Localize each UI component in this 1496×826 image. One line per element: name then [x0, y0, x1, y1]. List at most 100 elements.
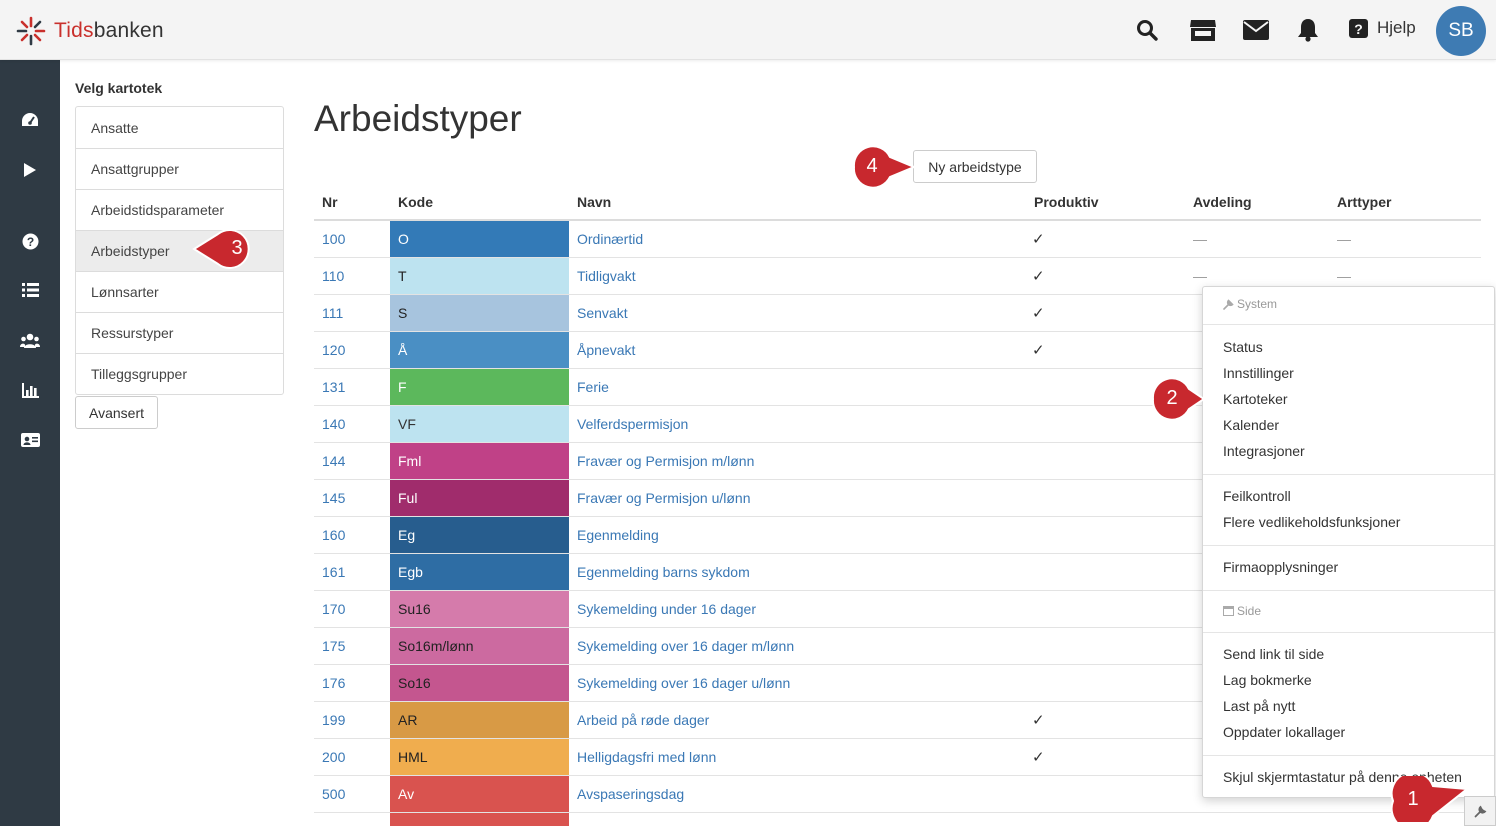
cell-nr[interactable]: 144	[322, 443, 345, 479]
kartotek-title: Velg kartotek	[75, 80, 163, 96]
table-row[interactable]	[314, 813, 1481, 826]
menu-header-system-label: System	[1237, 297, 1278, 311]
cell-navn[interactable]: Fravær og Permisjon u/lønn	[577, 480, 751, 516]
play-icon[interactable]	[15, 155, 45, 185]
cell-nr[interactable]: 199	[322, 702, 345, 738]
menu-header-side: Side	[1223, 604, 1261, 618]
cell-nr[interactable]: 200	[322, 739, 345, 775]
kartotek-item-lonnsarter[interactable]: Lønnsarter	[76, 271, 283, 312]
cell-nr[interactable]: 176	[322, 665, 345, 701]
window-icon	[1223, 606, 1234, 616]
app-logo[interactable]: Tidsbanken	[14, 14, 164, 48]
menu-item-kalender[interactable]: Kalender	[1223, 417, 1279, 433]
header-produktiv[interactable]: Produktiv	[1034, 194, 1099, 210]
cell-navn[interactable]: Ferie	[577, 369, 609, 405]
cell-navn[interactable]: Sykemelding under 16 dager	[577, 591, 756, 627]
question-square-icon: ?	[1349, 18, 1368, 38]
cell-kode: HML	[390, 739, 569, 775]
id-card-icon[interactable]	[15, 425, 45, 455]
question-icon[interactable]: ?	[15, 226, 45, 256]
callout-number-4: 4	[866, 155, 878, 177]
cell-navn[interactable]: Avspaseringsdag	[577, 776, 684, 812]
cell-navn[interactable]: Ordinærtid	[577, 221, 643, 257]
cell-nr[interactable]: 500	[322, 776, 345, 812]
bell-icon[interactable]	[1294, 16, 1322, 44]
cell-nr[interactable]: 170	[322, 591, 345, 627]
dashboard-icon[interactable]	[15, 105, 45, 135]
cell-navn[interactable]: Sykemelding over 16 dager m/lønn	[577, 628, 794, 664]
cell-nr[interactable]: 160	[322, 517, 345, 553]
user-avatar[interactable]: SB	[1436, 6, 1486, 56]
help-label: Hjelp	[1377, 18, 1416, 37]
menu-item-status[interactable]: Status	[1223, 339, 1263, 355]
menu-divider	[1203, 755, 1494, 756]
header-arttyper[interactable]: Arttyper	[1337, 194, 1391, 210]
header-navn[interactable]: Navn	[577, 194, 611, 210]
store-icon[interactable]	[1189, 16, 1217, 44]
cell-navn[interactable]: Egenmelding	[577, 517, 659, 553]
cell-nr[interactable]: 161	[322, 554, 345, 590]
system-dropdown-menu: System Status Innstillinger Kartoteker K…	[1202, 286, 1495, 798]
cell-navn[interactable]: Senvakt	[577, 295, 628, 331]
cell-kode	[390, 813, 569, 826]
cell-nr[interactable]: 145	[322, 480, 345, 516]
cell-navn[interactable]: Sykemelding over 16 dager u/lønn	[577, 665, 790, 701]
cell-nr[interactable]: 120	[322, 332, 345, 368]
menu-item-send-link[interactable]: Send link til side	[1223, 646, 1324, 662]
cell-nr[interactable]: 140	[322, 406, 345, 442]
cell-navn[interactable]: Arbeid på røde dager	[577, 702, 709, 738]
cell-produktiv: ✓	[1032, 231, 1045, 248]
cell-navn[interactable]: Egenmelding barns sykdom	[577, 554, 750, 590]
cell-nr[interactable]: 111	[322, 295, 343, 331]
menu-divider	[1203, 590, 1494, 591]
menu-item-last-pa-nytt[interactable]: Last på nytt	[1223, 698, 1295, 714]
kartotek-item-ressurstyper[interactable]: Ressurstyper	[76, 312, 283, 353]
header-nr[interactable]: Nr	[322, 194, 338, 210]
help-button[interactable]: ? Hjelp	[1349, 18, 1416, 38]
kartotek-item-arbeidstidsparameter[interactable]: Arbeidstidsparameter	[76, 189, 283, 230]
menu-item-firmaopplysninger[interactable]: Firmaopplysninger	[1223, 559, 1338, 575]
kartotek-item-arbeidstyper[interactable]: Arbeidstyper	[76, 230, 283, 271]
users-icon[interactable]	[15, 325, 45, 355]
logo-text-part1: Tids	[54, 19, 94, 42]
menu-item-bokmerke[interactable]: Lag bokmerke	[1223, 672, 1312, 688]
cell-navn[interactable]: Tidligvakt	[577, 258, 636, 294]
cell-nr[interactable]: 100	[322, 221, 345, 257]
header-kode[interactable]: Kode	[398, 194, 433, 210]
cell-navn[interactable]: Åpnevakt	[577, 332, 635, 368]
advanced-button[interactable]: Avansert	[75, 396, 158, 429]
cell-navn[interactable]: Velferdspermisjon	[577, 406, 688, 442]
system-menu-toggle[interactable]	[1464, 796, 1496, 826]
cell-navn[interactable]: Fravær og Permisjon m/lønn	[577, 443, 754, 479]
menu-divider	[1203, 474, 1494, 475]
cell-kode: S	[390, 295, 569, 331]
cell-navn[interactable]: Helligdagsfri med lønn	[577, 739, 716, 775]
menu-item-vedlikehold[interactable]: Flere vedlikeholdsfunksjoner	[1223, 514, 1400, 530]
cell-nr[interactable]: 131	[322, 369, 345, 405]
cell-nr[interactable]: 175	[322, 628, 345, 664]
mail-icon[interactable]	[1242, 16, 1270, 44]
bar-chart-icon[interactable]	[15, 375, 45, 405]
menu-item-integrasjoner[interactable]: Integrasjoner	[1223, 443, 1305, 459]
wrench-icon	[1223, 298, 1234, 310]
new-work-type-button[interactable]: Ny arbeidstype	[913, 150, 1037, 183]
cell-avdeling: —	[1193, 231, 1207, 247]
logo-text-part2: banken	[93, 19, 164, 42]
menu-item-oppdater-lokallager[interactable]: Oppdater lokallager	[1223, 724, 1345, 740]
list-icon[interactable]	[15, 275, 45, 305]
kartotek-item-ansattgrupper[interactable]: Ansattgrupper	[76, 148, 283, 189]
menu-header-system: System	[1223, 297, 1277, 311]
menu-item-innstillinger[interactable]: Innstillinger	[1223, 365, 1294, 381]
cell-kode: Su16	[390, 591, 569, 627]
callout-marker-4: 4	[850, 145, 917, 189]
menu-item-kartoteker[interactable]: Kartoteker	[1223, 391, 1288, 407]
menu-item-skjul-tastatur[interactable]: Skjul skjermtastatur på denne enheten	[1223, 769, 1462, 785]
header-avdeling[interactable]: Avdeling	[1193, 194, 1252, 210]
search-icon[interactable]	[1133, 16, 1161, 44]
kartotek-item-ansatte[interactable]: Ansatte	[76, 107, 283, 148]
cell-nr[interactable]: 110	[322, 258, 344, 294]
menu-item-feilkontroll[interactable]: Feilkontroll	[1223, 488, 1291, 504]
table-row[interactable]: 100 O Ordinærtid ✓ — —	[314, 221, 1481, 258]
kartotek-item-tilleggsgrupper[interactable]: Tilleggsgrupper	[76, 353, 283, 394]
side-navigation: ?	[0, 60, 60, 826]
